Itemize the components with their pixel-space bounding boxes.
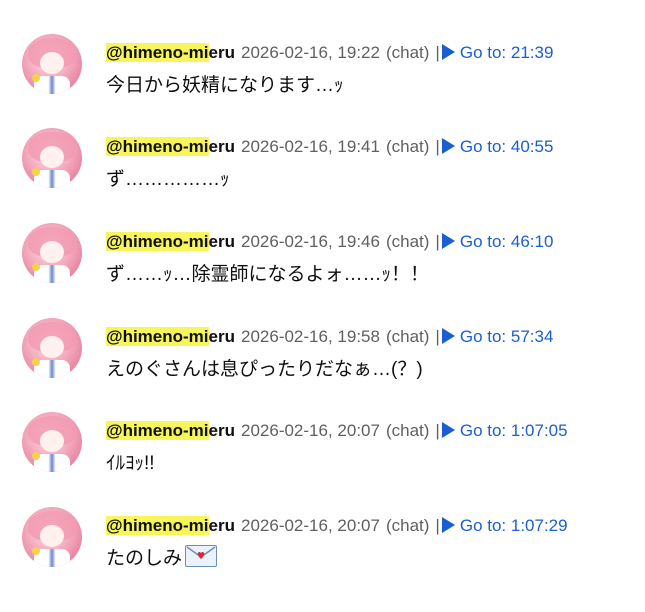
timestamp: 2026-02-16, 19:22 [241, 43, 380, 62]
avatar[interactable] [22, 507, 82, 567]
play-icon [441, 44, 455, 60]
chat-message: @himeno-mieru 2026-02-16, 20:07 (chat) | Go … [0, 497, 645, 591]
avatar[interactable] [22, 223, 82, 283]
timestamp: 2026-02-16, 19:41 [241, 137, 380, 156]
avatar[interactable] [22, 34, 82, 94]
message-text: ず……ｯ…除霊師になるよォ……ｯ！！ [106, 264, 430, 285]
chat-tag: (chat) [385, 516, 430, 535]
chat-message: @himeno-mieru 2026-02-16, 19:58 (chat) | Go … [0, 308, 645, 402]
goto-timestamp-link[interactable]: Go to: 57:34 [441, 327, 553, 346]
author-name[interactable]: @himeno-mieru [106, 516, 235, 535]
timestamp: 2026-02-16, 20:07 [241, 421, 380, 440]
goto-timestamp-link[interactable]: Go to: 1:07:05 [441, 421, 568, 440]
timestamp: 2026-02-16, 20:07 [241, 516, 380, 535]
play-icon [441, 138, 455, 154]
message-text-content: たのしみ [106, 548, 183, 569]
message-header: @himeno-mieru 2026-02-16, 20:07 (chat) | Go … [106, 514, 568, 538]
play-icon [441, 328, 455, 344]
separator: | [435, 327, 440, 346]
chat-message: @himeno-mieru 2026-02-16, 19:22 (chat) | Go … [0, 24, 645, 118]
separator: | [435, 516, 440, 535]
chat-tag: (chat) [385, 327, 430, 346]
author-search-highlight: @himeno-mi [106, 421, 209, 440]
play-icon [441, 422, 455, 438]
separator: | [435, 43, 440, 62]
message-text: たのしみ [106, 545, 218, 573]
message-header: @himeno-mieru 2026-02-16, 19:46 (chat) | Go … [106, 230, 553, 254]
avatar[interactable] [22, 412, 82, 472]
author-name[interactable]: @himeno-mieru [106, 421, 235, 440]
author-search-highlight: @himeno-mi [106, 516, 209, 535]
chat-tag: (chat) [385, 43, 430, 62]
avatar[interactable] [22, 128, 82, 188]
author-search-highlight: @himeno-mi [106, 137, 209, 156]
chat-tag: (chat) [385, 421, 430, 440]
author-search-highlight: @himeno-mi [106, 232, 209, 251]
author-name[interactable]: @himeno-mieru [106, 327, 235, 346]
author-name[interactable]: @himeno-mieru [106, 43, 235, 62]
love-letter-icon [185, 545, 218, 567]
separator: | [435, 421, 440, 440]
chat-message: @himeno-mieru 2026-02-16, 20:07 (chat) | Go … [0, 402, 645, 496]
timestamp: 2026-02-16, 19:58 [241, 327, 380, 346]
play-icon [441, 517, 455, 533]
message-header: @himeno-mieru 2026-02-16, 19:58 (chat) | Go … [106, 325, 553, 349]
author-search-highlight: @himeno-mi [106, 43, 209, 62]
timestamp: 2026-02-16, 19:46 [241, 232, 380, 251]
author-name[interactable]: @himeno-mieru [106, 232, 235, 251]
goto-timestamp-link[interactable]: Go to: 46:10 [441, 232, 553, 251]
message-text: 今日から妖精になります…ｯ [106, 75, 344, 96]
message-text: えのぐさんは息ぴったりだなぁ…(？) [106, 359, 423, 380]
separator: | [435, 137, 440, 156]
separator: | [435, 232, 440, 251]
message-header: @himeno-mieru 2026-02-16, 19:41 (chat) | Go … [106, 135, 553, 159]
chat-replay-feed: @himeno-mieru 2026-02-16, 19:22 (chat) | Go … [0, 0, 645, 612]
chat-tag: (chat) [385, 137, 430, 156]
goto-timestamp-link[interactable]: Go to: 21:39 [441, 43, 553, 62]
chat-message: @himeno-mieru 2026-02-16, 19:46 (chat) | Go … [0, 213, 645, 307]
author-search-highlight: @himeno-mi [106, 327, 209, 346]
avatar[interactable] [22, 318, 82, 378]
goto-timestamp-link[interactable]: Go to: 1:07:29 [441, 516, 568, 535]
author-name[interactable]: @himeno-mieru [106, 137, 235, 156]
message-header: @himeno-mieru 2026-02-16, 19:22 (chat) | Go … [106, 41, 553, 65]
play-icon [441, 233, 455, 249]
chat-tag: (chat) [385, 232, 430, 251]
goto-timestamp-link[interactable]: Go to: 40:55 [441, 137, 553, 156]
message-text: ｲﾙﾖｯ!! [106, 453, 155, 474]
chat-message: @himeno-mieru 2026-02-16, 19:41 (chat) | Go … [0, 118, 645, 212]
message-header: @himeno-mieru 2026-02-16, 20:07 (chat) | Go … [106, 419, 568, 443]
message-text: ず……………ｯ [106, 169, 230, 190]
